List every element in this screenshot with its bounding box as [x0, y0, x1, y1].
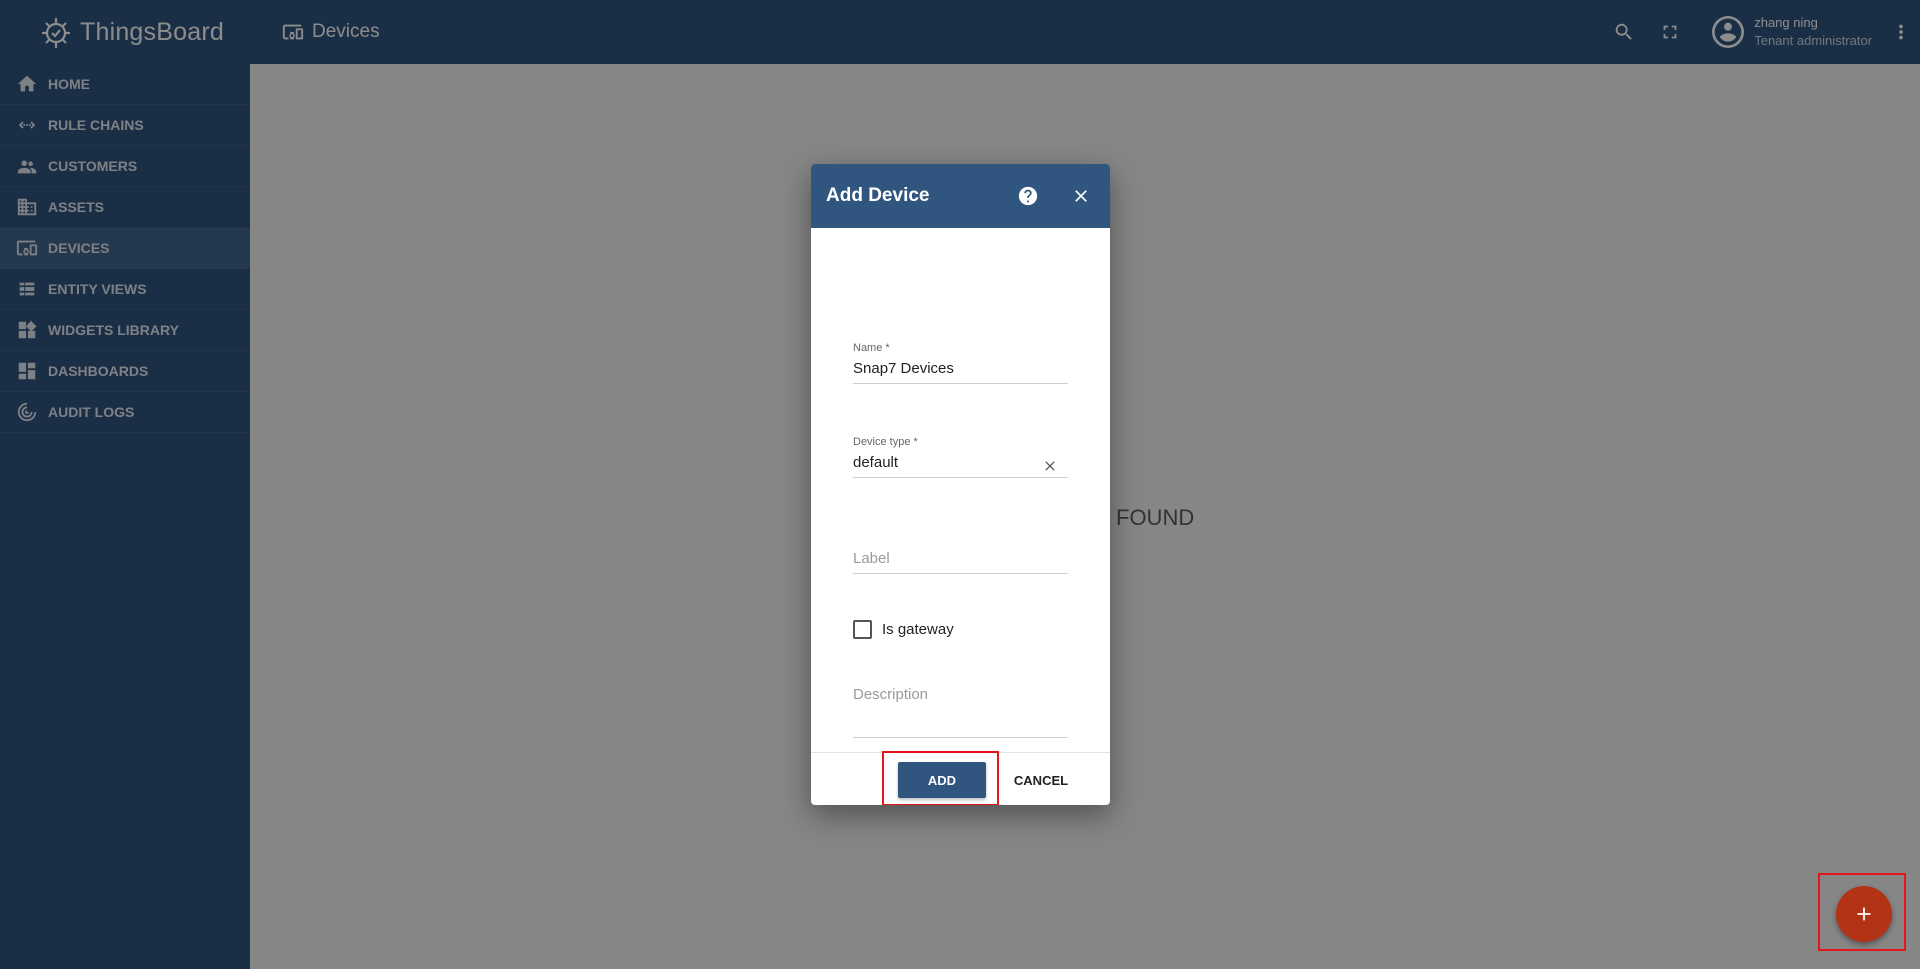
add-device-fab[interactable] — [1836, 886, 1892, 942]
dialog-footer: ADD CANCEL — [811, 751, 1110, 805]
dialog-header: Add Device — [811, 164, 1110, 228]
name-field[interactable]: Name * Snap7 Devices — [853, 342, 1068, 384]
empty-state-text: FOUND — [1116, 505, 1195, 530]
label-field-placeholder: Label — [853, 550, 890, 567]
is-gateway-checkbox[interactable]: Is gateway — [853, 620, 954, 639]
device-type-field-value[interactable]: default — [853, 454, 1068, 477]
device-type-field-label: Device type * — [853, 436, 918, 448]
close-icon[interactable] — [1071, 186, 1091, 206]
clear-icon[interactable] — [1042, 458, 1058, 474]
dialog-body: Name * Snap7 Devices Device type * defau… — [811, 228, 1110, 758]
description-field[interactable]: Description — [853, 686, 1068, 738]
name-field-label: Name * — [853, 342, 890, 354]
label-field[interactable]: Label — [853, 550, 1068, 574]
cancel-button[interactable]: CANCEL — [1006, 762, 1076, 798]
description-field-placeholder: Description — [853, 686, 929, 703]
device-type-field[interactable]: Device type * default — [853, 436, 1068, 478]
dialog-title: Add Device — [826, 185, 930, 206]
checkbox-box[interactable] — [853, 620, 872, 639]
name-field-value[interactable]: Snap7 Devices — [853, 360, 1068, 383]
add-button[interactable]: ADD — [898, 762, 986, 798]
add-device-dialog: Add Device Name * Snap7 Devices Device t… — [811, 164, 1110, 805]
is-gateway-label: Is gateway — [882, 621, 954, 638]
help-icon[interactable] — [1017, 185, 1039, 207]
plus-icon — [1857, 907, 1871, 921]
